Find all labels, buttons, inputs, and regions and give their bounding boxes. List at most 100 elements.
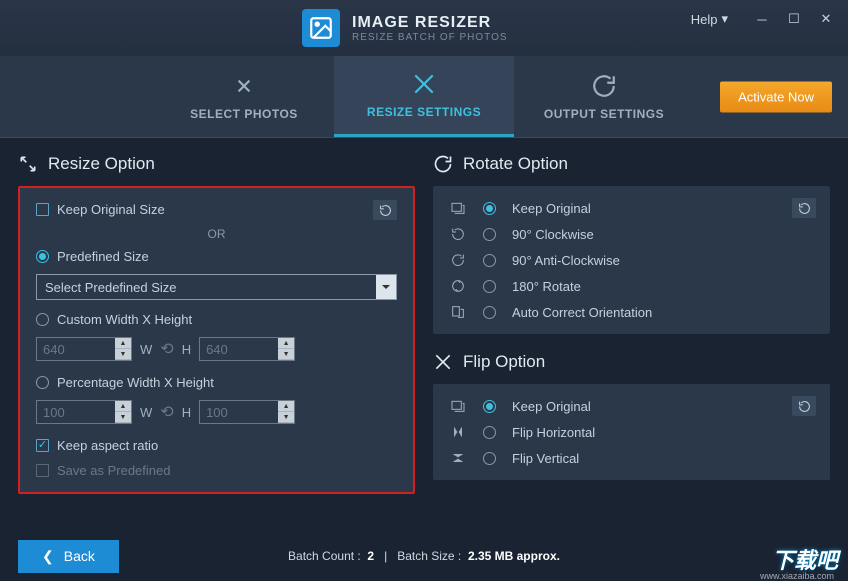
predefined-size-select[interactable]: Select Predefined Size [36, 274, 397, 300]
predefined-size-value: Select Predefined Size [45, 280, 177, 295]
keep-aspect-row: Keep aspect ratio [36, 438, 397, 453]
predefined-size-label: Predefined Size [57, 249, 149, 264]
keep-original-size-row: Keep Original Size [36, 202, 397, 217]
rotate-180-row: 180° Rotate [449, 278, 814, 294]
keep-original-size-checkbox[interactable] [36, 203, 49, 216]
flip-vert-radio[interactable] [483, 452, 496, 465]
rotate-reset-button[interactable] [792, 198, 816, 218]
app-logo [302, 9, 340, 47]
resize-header-text: Resize Option [48, 154, 155, 174]
custom-wh-radio[interactable] [36, 313, 49, 326]
flip-keep-radio[interactable] [483, 400, 496, 413]
spinner-icon[interactable]: ▲▼ [278, 401, 294, 423]
keep-aspect-label: Keep aspect ratio [57, 438, 158, 453]
h-label: H [182, 342, 191, 357]
rotate-keep-label: Keep Original [512, 201, 591, 216]
percent-width-input[interactable]: 100▲▼ [36, 400, 132, 424]
flip-horiz-icon [449, 424, 467, 440]
close-button[interactable]: ✕ [812, 8, 840, 30]
back-label: Back [64, 548, 95, 564]
app-subtitle: RESIZE BATCH OF PHOTOS [352, 32, 508, 43]
back-button[interactable]: ❮ Back [18, 540, 119, 573]
custom-width-input[interactable]: 640▲▼ [36, 337, 132, 361]
expand-icon [18, 154, 38, 174]
tabs-bar: SELECT PHOTOS RESIZE SETTINGS OUTPUT SET… [0, 56, 848, 138]
tab-select-photos[interactable]: SELECT PHOTOS [154, 56, 334, 137]
spinner-icon[interactable]: ▲▼ [115, 338, 131, 360]
rotate-header-text: Rotate Option [463, 154, 568, 174]
image-icon [449, 398, 467, 414]
dropdown-caret-icon [376, 275, 396, 299]
flip-header-text: Flip Option [463, 352, 545, 372]
flip-vert-label: Flip Vertical [512, 451, 579, 466]
maximize-button[interactable]: ☐ [780, 8, 808, 30]
predefined-size-radio[interactable] [36, 250, 49, 263]
percent-wh-row: Percentage Width X Height [36, 375, 397, 390]
resize-header: Resize Option [18, 154, 415, 174]
flip-keep-label: Keep Original [512, 399, 591, 414]
flip-horiz-radio[interactable] [483, 426, 496, 439]
titlebar: IMAGE RESIZER RESIZE BATCH OF PHOTOS Hel… [0, 0, 848, 56]
flip-reset-button[interactable] [792, 396, 816, 416]
batch-size-label: Batch Size : [397, 549, 461, 563]
keep-original-size-label: Keep Original Size [57, 202, 165, 217]
help-label: Help [691, 12, 718, 27]
undo-icon [379, 204, 392, 217]
percent-height-input[interactable]: 100▲▼ [199, 400, 295, 424]
batch-size-value: 2.35 MB approx. [468, 549, 560, 563]
rotate-auto-row: Auto Correct Orientation [449, 304, 814, 320]
rotate-cw90-radio[interactable] [483, 228, 496, 241]
rotate-cw-icon [449, 226, 467, 242]
minimize-button[interactable]: ─ [748, 8, 776, 30]
tab-resize-settings[interactable]: RESIZE SETTINGS [334, 56, 514, 137]
footer: ❮ Back Batch Count : 2 | Batch Size : 2.… [0, 531, 848, 581]
predefined-size-row: Predefined Size [36, 249, 397, 264]
flip-horiz-row: Flip Horizontal [449, 424, 814, 440]
rotate-keep-radio[interactable] [483, 202, 496, 215]
resize-reset-button[interactable] [373, 200, 397, 220]
flip-body: Keep Original Flip Horizontal Flip Verti… [433, 384, 830, 480]
spinner-icon[interactable]: ▲▼ [115, 401, 131, 423]
auto-orient-icon [449, 304, 467, 320]
right-column: Rotate Option Keep Original 90° Clockwis… [433, 154, 830, 530]
link-icon: ⟲ [160, 402, 173, 422]
flip-vert-icon [449, 450, 467, 466]
percent-wh-radio[interactable] [36, 376, 49, 389]
save-predefined-row: Save as Predefined [36, 463, 397, 478]
activate-now-button[interactable]: Activate Now [720, 81, 832, 112]
image-icon [449, 200, 467, 216]
flip-header: Flip Option [433, 352, 830, 372]
tab-output-settings[interactable]: OUTPUT SETTINGS [514, 56, 694, 137]
app-title: IMAGE RESIZER [352, 14, 508, 32]
tab-label: OUTPUT SETTINGS [544, 107, 664, 121]
rotate-180-icon [449, 278, 467, 294]
flip-horiz-label: Flip Horizontal [512, 425, 595, 440]
w-label: W [140, 342, 152, 357]
batch-info: Batch Count : 2 | Batch Size : 2.35 MB a… [288, 549, 560, 563]
rotate-180-radio[interactable] [483, 280, 496, 293]
custom-wh-inputs: 640▲▼ W ⟲ H 640▲▼ [36, 337, 397, 361]
rotate-body: Keep Original 90° Clockwise 90° Anti-Clo… [433, 186, 830, 334]
tab-label: RESIZE SETTINGS [367, 105, 481, 119]
batch-count-value: 2 [367, 549, 374, 563]
spinner-icon[interactable]: ▲▼ [278, 338, 294, 360]
keep-aspect-checkbox[interactable] [36, 439, 49, 452]
rotate-auto-radio[interactable] [483, 306, 496, 319]
custom-wh-label: Custom Width X Height [57, 312, 192, 327]
save-predefined-label: Save as Predefined [57, 463, 170, 478]
rotate-ccw90-radio[interactable] [483, 254, 496, 267]
save-predefined-checkbox[interactable] [36, 464, 49, 477]
link-icon: ⟲ [160, 339, 173, 359]
help-menu[interactable]: Help ▾ [691, 11, 728, 27]
rotate-ccw90-row: 90° Anti-Clockwise [449, 252, 814, 268]
custom-height-input[interactable]: 640▲▼ [199, 337, 295, 361]
flip-icon [433, 352, 453, 372]
w-label: W [140, 405, 152, 420]
resize-panel: Resize Option Keep Original Size OR Pred… [18, 154, 415, 530]
rotate-icon [433, 154, 453, 174]
or-divider: OR [36, 227, 397, 241]
chevron-down-icon: ▾ [721, 11, 728, 27]
undo-icon [798, 202, 811, 215]
undo-icon [798, 400, 811, 413]
chevron-left-icon: ❮ [42, 548, 54, 565]
